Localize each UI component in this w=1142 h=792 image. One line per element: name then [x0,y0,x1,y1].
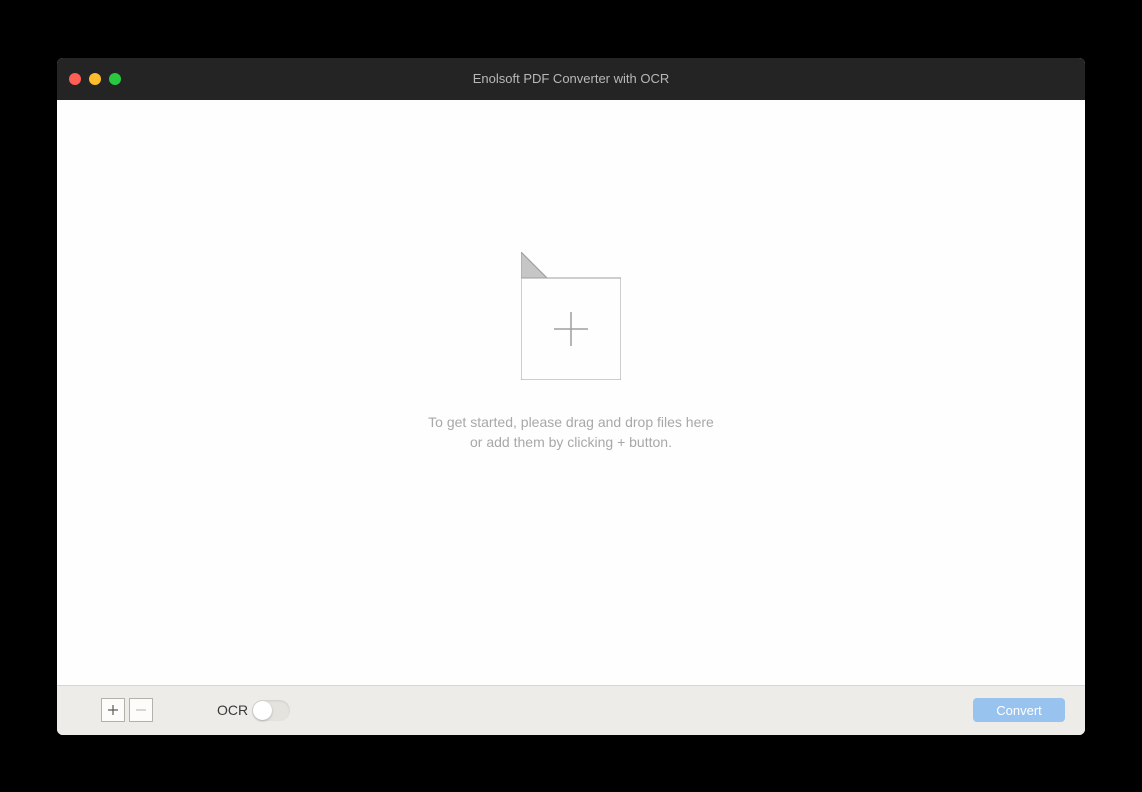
plus-icon [107,704,119,716]
convert-button-label: Convert [996,703,1042,718]
ocr-toggle[interactable] [252,700,290,721]
ocr-section: OCR [217,700,290,721]
remove-file-button[interactable] [129,698,153,722]
titlebar: Enolsoft PDF Converter with OCR [57,58,1085,100]
maximize-window-button[interactable] [109,73,121,85]
convert-button[interactable]: Convert [973,698,1065,722]
toggle-knob [253,701,272,720]
app-window: Enolsoft PDF Converter with OCR To get s… [57,58,1085,735]
minimize-window-button[interactable] [89,73,101,85]
window-title: Enolsoft PDF Converter with OCR [57,71,1085,86]
drop-zone[interactable]: To get started, please drag and drop fil… [57,100,1085,685]
ocr-label: OCR [217,702,248,718]
empty-line-1: To get started, please drag and drop fil… [428,414,714,430]
bottom-bar: OCR Convert [57,685,1085,735]
file-plus-icon [521,252,621,385]
empty-state-text: To get started, please drag and drop fil… [428,413,714,452]
close-window-button[interactable] [69,73,81,85]
empty-line-2: or add them by clicking + button. [470,434,672,450]
window-controls [57,73,121,85]
add-file-button[interactable] [101,698,125,722]
add-remove-group [101,698,153,722]
empty-state: To get started, please drag and drop fil… [428,252,714,452]
minus-icon [135,704,147,716]
